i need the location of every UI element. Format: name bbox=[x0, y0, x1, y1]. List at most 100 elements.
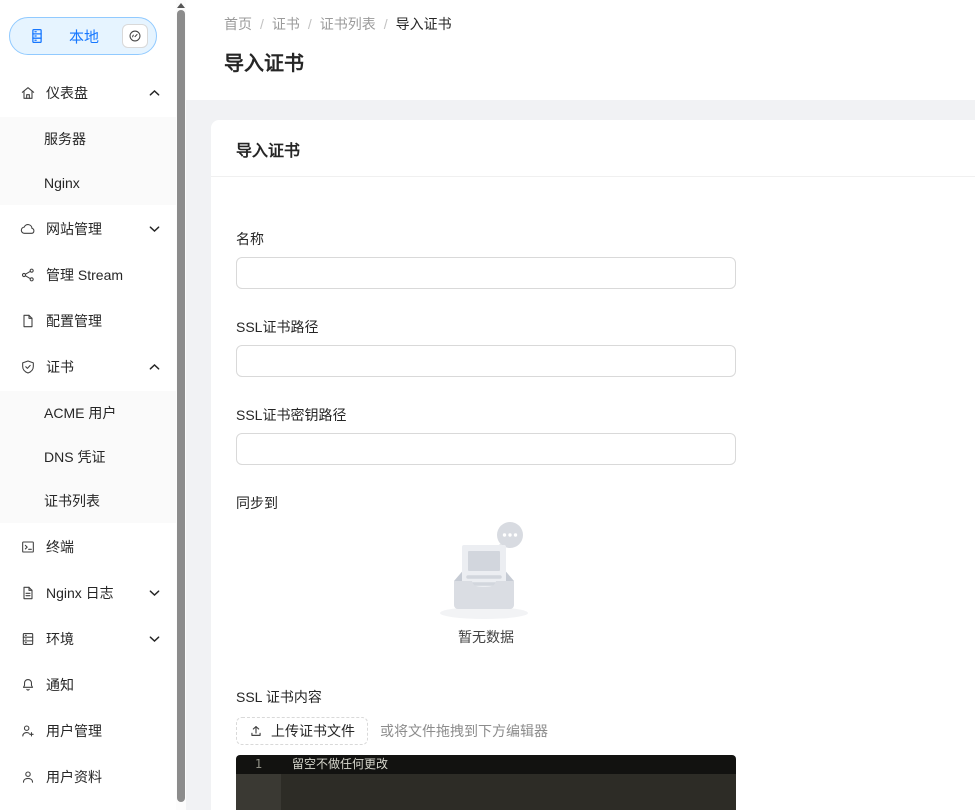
sidebar-item-label: 通知 bbox=[46, 675, 160, 695]
sidebar-item-label: 用户管理 bbox=[46, 721, 160, 741]
sidebar-item-label: 网站管理 bbox=[46, 219, 145, 239]
sidebar-item-label: 服务器 bbox=[44, 129, 86, 149]
empty-state: 暂无数据 bbox=[236, 517, 736, 647]
sidebar-item-label: 管理 Stream bbox=[46, 265, 160, 285]
sidebar-item-server[interactable]: 服务器 bbox=[0, 117, 176, 161]
node-name: 本地 bbox=[46, 26, 122, 47]
sidebar-item-label: ACME 用户 bbox=[44, 403, 116, 423]
editor-placeholder: 留空不做任何更改 bbox=[281, 755, 388, 774]
cert-content-group: SSL 证书内容 上传证书文件 或将文件拖拽到下方编辑器 1 bbox=[236, 687, 950, 810]
sidebar-item-terminal[interactable]: 终端 bbox=[0, 525, 176, 569]
chevron-down-icon bbox=[149, 225, 160, 233]
breadcrumb-certificate-list[interactable]: 证书列表 bbox=[320, 14, 376, 34]
share-icon bbox=[20, 267, 36, 283]
certificates-submenu: ACME 用户 DNS 凭证 证书列表 bbox=[0, 391, 176, 523]
sidebar-item-user-profile[interactable]: 用户资料 bbox=[0, 755, 176, 799]
sidebar-item-user-management[interactable]: 用户管理 bbox=[0, 709, 176, 753]
bell-icon bbox=[20, 677, 36, 693]
upload-hint: 或将文件拖拽到下方编辑器 bbox=[380, 721, 548, 741]
scrollbar-thumb[interactable] bbox=[177, 10, 185, 802]
empty-text: 暂无数据 bbox=[236, 627, 736, 647]
upload-certificate-button[interactable]: 上传证书文件 bbox=[236, 717, 368, 745]
breadcrumb-separator: / bbox=[384, 16, 388, 32]
shield-check-icon bbox=[20, 359, 36, 375]
sidebar-item-nginx[interactable]: Nginx bbox=[0, 161, 176, 205]
cert-path-field-group: SSL证书路径 bbox=[236, 317, 736, 377]
breadcrumb-separator: / bbox=[308, 16, 312, 32]
sidebar-item-label: 终端 bbox=[46, 537, 160, 557]
sidebar-item-certificate-list[interactable]: 证书列表 bbox=[0, 479, 176, 523]
sidebar-item-certificates[interactable]: 证书 bbox=[0, 345, 176, 389]
file-text-icon bbox=[20, 585, 36, 601]
sidebar-item-config[interactable]: 配置管理 bbox=[0, 299, 176, 343]
home-icon bbox=[20, 85, 36, 101]
name-field-group: 名称 bbox=[236, 229, 736, 289]
server-icon bbox=[28, 27, 46, 45]
chevron-down-icon bbox=[149, 635, 160, 643]
main-area: 首页 / 证书 / 证书列表 / 导入证书 导入证书 导入证书 名称 SSL证书… bbox=[186, 0, 975, 810]
editor-active-line: 1 留空不做任何更改 bbox=[236, 755, 736, 774]
sidebar-item-label: 证书 bbox=[46, 357, 145, 377]
sidebar-item-dashboard[interactable]: 仪表盘 bbox=[0, 71, 176, 115]
sidebar-item-nginx-logs[interactable]: Nginx 日志 bbox=[0, 571, 176, 615]
certificate-content-editor[interactable]: 1 留空不做任何更改 bbox=[236, 755, 736, 810]
card-body: 名称 SSL证书路径 SSL证书密钥路径 同步到 bbox=[211, 177, 975, 810]
editor-line-number: 1 bbox=[236, 755, 281, 774]
sidebar-item-label: 仪表盘 bbox=[46, 83, 145, 103]
page-title: 导入证书 bbox=[224, 47, 975, 76]
dashboard-submenu: 服务器 Nginx bbox=[0, 117, 176, 205]
breadcrumb-current: 导入证书 bbox=[396, 14, 452, 34]
name-input[interactable] bbox=[236, 257, 736, 289]
sidebar-item-sites[interactable]: 网站管理 bbox=[0, 207, 176, 251]
sidebar-item-notifications[interactable]: 通知 bbox=[0, 663, 176, 707]
import-certificate-card: 导入证书 名称 SSL证书路径 SSL证书密钥路径 同步到 bbox=[211, 120, 975, 810]
empty-box-illustration-icon bbox=[426, 517, 546, 621]
sync-label: 同步到 bbox=[236, 493, 736, 513]
sync-field-group: 同步到 bbox=[236, 493, 736, 647]
key-path-field-group: SSL证书密钥路径 bbox=[236, 405, 736, 465]
editor-body bbox=[236, 774, 736, 810]
breadcrumb-certificates[interactable]: 证书 bbox=[272, 14, 300, 34]
user-add-icon bbox=[20, 723, 36, 739]
node-selector[interactable]: 本地 bbox=[9, 17, 157, 55]
upload-icon bbox=[249, 724, 263, 738]
gauge-button[interactable] bbox=[122, 24, 148, 48]
sidebar-item-label: 环境 bbox=[46, 629, 145, 649]
upload-button-label: 上传证书文件 bbox=[271, 721, 355, 741]
database-icon bbox=[20, 631, 36, 647]
content-area: 导入证书 名称 SSL证书路径 SSL证书密钥路径 同步到 bbox=[186, 100, 975, 810]
sidebar-item-label: 配置管理 bbox=[46, 311, 160, 331]
sidebar-item-dns-credentials[interactable]: DNS 凭证 bbox=[0, 435, 176, 479]
sidebar-item-label: 用户资料 bbox=[46, 767, 160, 787]
card-title: 导入证书 bbox=[211, 120, 975, 177]
scrollbar-up-arrow-icon[interactable] bbox=[177, 3, 185, 8]
chevron-up-icon bbox=[149, 89, 160, 97]
breadcrumb-separator: / bbox=[260, 16, 264, 32]
chevron-down-icon bbox=[149, 589, 160, 597]
cert-content-label: SSL 证书内容 bbox=[236, 687, 950, 707]
cert-path-input[interactable] bbox=[236, 345, 736, 377]
sidebar-item-label: DNS 凭证 bbox=[44, 447, 105, 467]
sidebar-item-label: Nginx 日志 bbox=[46, 583, 145, 603]
sidebar-item-stream[interactable]: 管理 Stream bbox=[0, 253, 176, 297]
key-path-label: SSL证书密钥路径 bbox=[236, 405, 736, 425]
sidebar-menu: 仪表盘 服务器 Nginx 网站管理 bbox=[0, 71, 176, 799]
sidebar-scrollbar bbox=[176, 0, 186, 810]
name-label: 名称 bbox=[236, 229, 736, 249]
sidebar-item-label: Nginx bbox=[44, 175, 80, 191]
key-path-input[interactable] bbox=[236, 433, 736, 465]
breadcrumb: 首页 / 证书 / 证书列表 / 导入证书 bbox=[224, 14, 975, 34]
sidebar-item-label: 证书列表 bbox=[44, 491, 100, 511]
upload-row: 上传证书文件 或将文件拖拽到下方编辑器 bbox=[236, 717, 950, 745]
breadcrumb-home[interactable]: 首页 bbox=[224, 14, 252, 34]
page-header: 首页 / 证书 / 证书列表 / 导入证书 导入证书 bbox=[186, 0, 975, 100]
sidebar-item-environments[interactable]: 环境 bbox=[0, 617, 176, 661]
editor-gutter bbox=[236, 774, 281, 810]
cloud-icon bbox=[20, 221, 36, 237]
cert-path-label: SSL证书路径 bbox=[236, 317, 736, 337]
sidebar-item-acme-users[interactable]: ACME 用户 bbox=[0, 391, 176, 435]
terminal-icon bbox=[20, 539, 36, 555]
chevron-up-icon bbox=[149, 363, 160, 371]
user-icon bbox=[20, 769, 36, 785]
editor-code-area[interactable] bbox=[281, 774, 736, 810]
